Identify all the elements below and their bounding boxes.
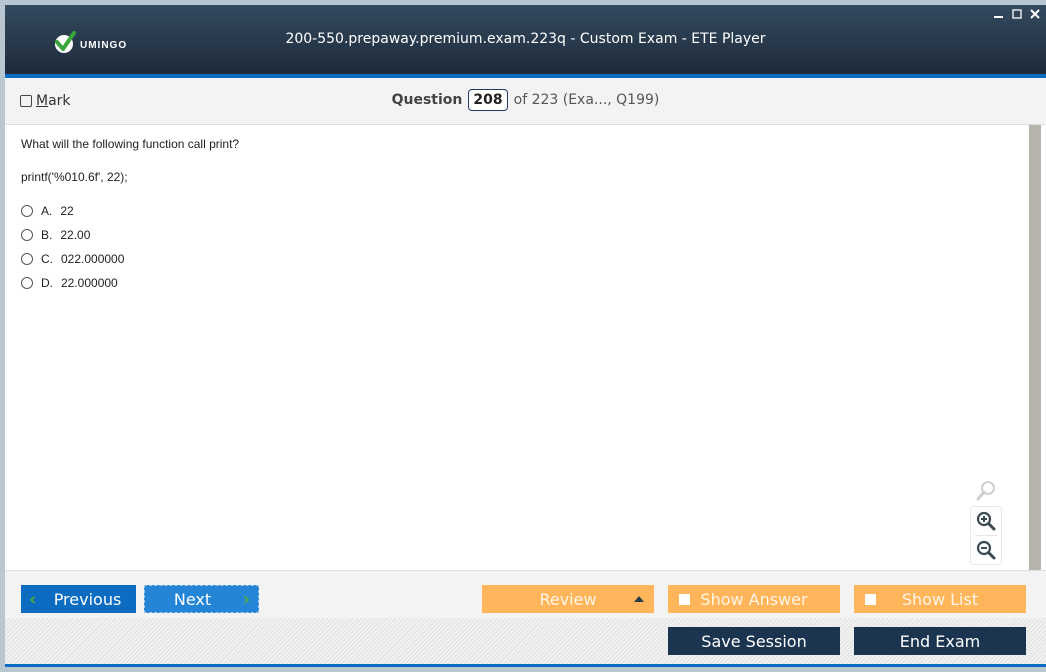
- chevron-right-icon: ›: [242, 588, 250, 610]
- window-title: 200-550.prepaway.premium.exam.223q - Cus…: [285, 31, 766, 47]
- zoom-out-icon[interactable]: [971, 536, 1001, 564]
- checkbox-icon[interactable]: [865, 593, 876, 605]
- search-icon[interactable]: [970, 480, 1002, 504]
- answer-option-a[interactable]: A. 22: [21, 199, 124, 223]
- question-number-input[interactable]: 208: [468, 89, 508, 111]
- review-button[interactable]: Review: [482, 585, 654, 613]
- radio-icon[interactable]: [21, 253, 33, 265]
- navigation-bar: ‹ Previous Next › Review Show Answer Sho…: [5, 570, 1046, 619]
- minimize-icon[interactable]: [992, 7, 1006, 21]
- question-navigator: Question 208 of 223 (Exa..., Q199): [5, 89, 1046, 111]
- previous-button[interactable]: ‹ Previous: [21, 585, 136, 613]
- window-controls: [992, 7, 1042, 21]
- app-window: UMINGO 200-550.prepaway.premium.exam.223…: [5, 5, 1046, 667]
- end-exam-button[interactable]: End Exam: [854, 627, 1026, 655]
- zoom-in-icon[interactable]: [971, 507, 1001, 535]
- maximize-icon[interactable]: [1010, 7, 1024, 21]
- close-icon[interactable]: [1028, 7, 1042, 21]
- show-answer-button[interactable]: Show Answer: [668, 585, 840, 613]
- vertical-scrollbar[interactable]: [1029, 125, 1041, 570]
- answer-options: A. 22 B. 22.00 C. 022.000000 D. 22.00000…: [21, 199, 124, 295]
- caret-up-icon: [634, 596, 644, 602]
- answer-option-d[interactable]: D. 22.000000: [21, 271, 124, 295]
- zoom-button-group: [970, 506, 1002, 565]
- answer-option-b[interactable]: B. 22.00: [21, 223, 124, 247]
- question-total: of 223 (Exa..., Q199): [513, 92, 660, 108]
- question-content: What will the following function call pr…: [5, 125, 1026, 570]
- answer-option-c[interactable]: C. 022.000000: [21, 247, 124, 271]
- next-button[interactable]: Next ›: [144, 585, 259, 613]
- question-bar: Mark Question 208 of 223 (Exa..., Q199): [5, 78, 1046, 125]
- zoom-tools: [970, 480, 1002, 565]
- radio-icon[interactable]: [21, 205, 33, 217]
- question-code: printf('%010.6f', 22);: [21, 170, 128, 184]
- radio-icon[interactable]: [21, 229, 33, 241]
- checkbox-icon[interactable]: [679, 593, 690, 605]
- question-text: What will the following function call pr…: [21, 137, 240, 151]
- title-bar: UMINGO 200-550.prepaway.premium.exam.223…: [5, 5, 1046, 78]
- save-session-button[interactable]: Save Session: [668, 627, 840, 655]
- chevron-left-icon: ‹: [29, 588, 37, 610]
- footer-bar: Save Session End Exam: [5, 618, 1046, 667]
- radio-icon[interactable]: [21, 277, 33, 289]
- question-label: Question: [391, 92, 463, 108]
- show-list-button[interactable]: Show List: [854, 585, 1026, 613]
